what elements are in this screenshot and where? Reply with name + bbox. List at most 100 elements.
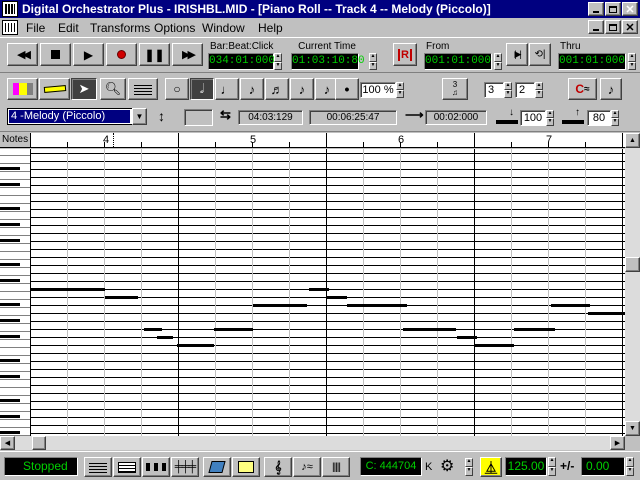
notepad-view-button[interactable] — [203, 457, 231, 477]
piano-keyboard[interactable] — [0, 149, 31, 436]
pitch-field[interactable] — [184, 109, 213, 126]
melody-note[interactable] — [156, 336, 174, 339]
record-mark-button[interactable]: R — [393, 43, 417, 66]
zoom-field[interactable]: 100 % — [360, 82, 396, 98]
velocity-up-field[interactable]: 80 — [587, 110, 611, 126]
pause-button[interactable]: ❚❚ — [139, 43, 170, 66]
record-button[interactable] — [106, 43, 137, 66]
rewind-button[interactable]: ◀◀ — [7, 43, 38, 66]
time-sig-num-spinner[interactable]: ▲ ▼ — [504, 82, 512, 98]
quarter-note-button[interactable]: ♩ — [215, 78, 239, 100]
tempo-spinner[interactable]: ▲ ▼ — [548, 457, 556, 476]
velocity-down-spinner[interactable]: ▲ ▼ — [546, 110, 554, 126]
color-tool-button[interactable] — [7, 78, 38, 100]
waveform-view-button[interactable]: ||||| — [322, 457, 350, 477]
minimize-button[interactable] — [588, 2, 604, 16]
stop-button[interactable] — [40, 43, 71, 66]
doc-icon[interactable] — [2, 20, 18, 35]
sixteenth-note-button[interactable]: ♬ — [265, 78, 289, 100]
scroll-h-thumb[interactable] — [32, 436, 46, 450]
melody-note[interactable] — [253, 304, 307, 307]
half-note-button[interactable]: 𝅗𝅥 — [190, 78, 214, 100]
zoom-tool-button[interactable]: 🔍︎ — [100, 78, 126, 100]
black-key[interactable] — [0, 303, 20, 306]
fast-forward-button[interactable]: ▶▶ — [172, 43, 203, 66]
black-key[interactable] — [0, 431, 20, 434]
black-key[interactable] — [0, 223, 20, 226]
from-display[interactable]: 001:01:000 — [424, 53, 492, 70]
melody-note[interactable] — [327, 296, 348, 299]
velocity-up-spinner[interactable]: ▲ ▼ — [611, 110, 619, 126]
black-key[interactable] — [0, 359, 20, 362]
menu-file[interactable]: File — [26, 21, 45, 35]
pointer-tool-button[interactable]: ➤ — [71, 78, 97, 100]
time-sig-denominator[interactable]: 2 — [515, 82, 535, 98]
melody-note[interactable] — [550, 304, 590, 307]
child-close-button[interactable]: ✕ — [622, 20, 638, 34]
meter-view-button[interactable]: ♪≈ — [293, 457, 321, 477]
horizontal-scrollbar[interactable]: ◀ ▶ — [0, 436, 625, 450]
measure-ruler[interactable]: 4 5 6 7 — [31, 133, 625, 148]
melody-note[interactable] — [214, 328, 253, 331]
thirtysecond-note-button[interactable]: ♪ — [290, 78, 314, 100]
dot-button[interactable]: • — [335, 78, 359, 100]
black-key[interactable] — [0, 239, 20, 242]
melody-note[interactable] — [587, 312, 625, 315]
edit-text-button[interactable] — [232, 457, 260, 477]
track-dropdown-button[interactable]: ▼ — [132, 108, 147, 125]
event-list-button[interactable] — [84, 457, 112, 477]
duration-field[interactable]: 00:06:25:47 — [309, 110, 397, 125]
piano-roll-view-button[interactable] — [142, 457, 170, 477]
thru-display[interactable]: 001:01:000 — [558, 53, 626, 70]
melody-note[interactable] — [475, 344, 514, 347]
melody-note[interactable] — [308, 288, 329, 291]
black-key[interactable] — [0, 183, 20, 186]
sync-spinner[interactable]: ▲ ▼ — [465, 458, 473, 476]
child-restore-button[interactable] — [605, 20, 621, 34]
melody-note[interactable] — [347, 304, 407, 307]
whole-note-button[interactable]: ○ — [165, 78, 189, 100]
child-minimize-button[interactable] — [588, 20, 604, 34]
melody-note[interactable] — [402, 328, 457, 331]
from-spinner[interactable]: ▲ ▼ — [494, 53, 502, 70]
metronome-button[interactable]: ⏅ — [480, 457, 502, 477]
staff-tool-button[interactable] — [128, 78, 158, 100]
length-field[interactable]: 00:02:000 — [425, 110, 487, 125]
loop-start-button[interactable]: |▶| — [506, 43, 528, 66]
menu-help[interactable]: Help — [258, 21, 283, 35]
melody-note[interactable] — [177, 344, 215, 347]
black-key[interactable] — [0, 375, 20, 378]
offset-display[interactable]: 0.00 — [581, 457, 625, 476]
offset-spinner[interactable]: ▲ ▼ — [626, 457, 634, 476]
thru-spinner[interactable]: ▲ ▼ — [628, 53, 636, 70]
black-key[interactable] — [0, 335, 20, 338]
play-button[interactable]: ▶ — [73, 43, 104, 66]
scroll-right-button[interactable]: ▶ — [610, 436, 625, 450]
velocity-down-field[interactable]: 100 — [520, 110, 546, 126]
scroll-up-button[interactable]: ▲ — [625, 133, 640, 148]
tuplet-button[interactable]: 3 ♫ — [442, 78, 468, 100]
melody-note[interactable] — [456, 336, 477, 339]
mixer-view-button[interactable]: ╪╪╪ — [171, 457, 199, 477]
black-key[interactable] — [0, 279, 20, 282]
black-key[interactable] — [0, 399, 20, 402]
c-quantize-button[interactable]: C ≈ — [568, 78, 597, 100]
tempo-view-button[interactable]: 𝄞 — [264, 457, 292, 477]
note-display-button[interactable]: ♪ — [600, 78, 622, 100]
time-sig-numerator[interactable]: 3 — [484, 82, 504, 98]
melody-note[interactable] — [513, 328, 555, 331]
black-key[interactable] — [0, 207, 20, 210]
black-key[interactable] — [0, 415, 20, 418]
bar-beat-spinner[interactable]: ▲ ▼ — [274, 53, 282, 70]
close-button[interactable]: ✕ — [622, 2, 638, 16]
note-grid[interactable] — [31, 149, 625, 436]
playhead-marker[interactable] — [113, 133, 114, 147]
scroll-left-button[interactable]: ◀ — [0, 436, 15, 450]
track-select[interactable]: 4 -Melody (Piccolo) ▼ — [7, 108, 147, 125]
menu-transforms[interactable]: Transforms — [90, 21, 150, 35]
tempo-display[interactable]: 125.00 — [505, 457, 547, 476]
menu-window[interactable]: Window — [202, 21, 245, 35]
sync-icon[interactable]: ⚙ — [440, 458, 464, 476]
start-field[interactable]: 04:03:129 — [238, 110, 303, 125]
app-icon[interactable] — [2, 1, 18, 17]
